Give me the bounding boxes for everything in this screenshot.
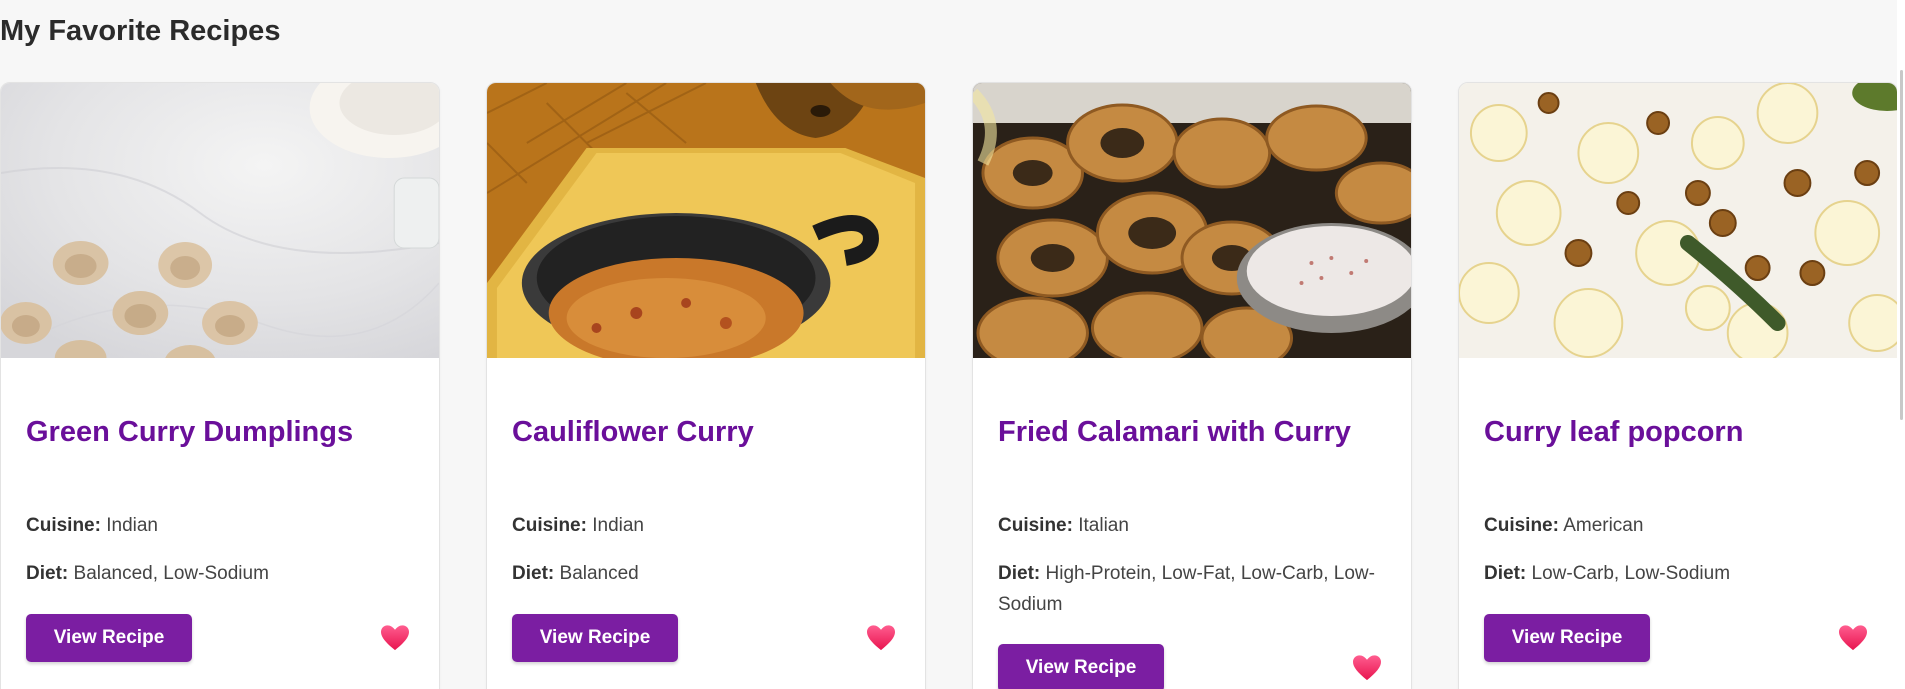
recipe-diet: Diet: High-Protein, Low-Fat, Low-Carb, L… <box>998 558 1386 620</box>
recipe-actions: View Recipe <box>26 614 414 662</box>
cuisine-label: Cuisine: <box>512 515 587 536</box>
recipe-card-list: Green Curry Dumplings Cuisine: Indian Di… <box>0 82 1898 689</box>
recipe-actions: View Recipe <box>512 614 900 662</box>
heart-icon[interactable] <box>1838 624 1868 652</box>
diet-label: Diet: <box>998 563 1041 584</box>
recipe-image-dumplings[interactable] <box>1 83 439 358</box>
recipe-title[interactable]: Curry leaf popcorn <box>1484 415 1872 449</box>
heart-icon[interactable] <box>1352 654 1382 682</box>
recipe-cuisine: Cuisine: Italian <box>998 510 1386 541</box>
diet-value: High-Protein, Low-Fat, Low-Carb, Low-Sod… <box>998 563 1375 615</box>
view-recipe-button[interactable]: View Recipe <box>26 614 192 662</box>
view-recipe-button[interactable]: View Recipe <box>1484 614 1650 662</box>
recipe-image-popcorn[interactable] <box>1459 83 1897 358</box>
cuisine-value: Italian <box>1078 515 1129 536</box>
recipe-title[interactable]: Cauliflower Curry <box>512 415 900 449</box>
recipe-title[interactable]: Fried Calamari with Curry <box>998 415 1386 449</box>
cuisine-label: Cuisine: <box>26 515 101 536</box>
recipe-cuisine: Cuisine: American <box>1484 510 1872 541</box>
diet-label: Diet: <box>1484 563 1527 584</box>
scrollbar-thumb[interactable] <box>1900 70 1903 420</box>
view-recipe-button[interactable]: View Recipe <box>512 614 678 662</box>
recipe-title[interactable]: Green Curry Dumplings <box>26 415 414 449</box>
recipe-cuisine: Cuisine: Indian <box>512 510 900 541</box>
view-recipe-button[interactable]: View Recipe <box>998 644 1164 689</box>
diet-label: Diet: <box>26 563 69 584</box>
recipe-actions: View Recipe <box>998 644 1386 689</box>
cuisine-value: Indian <box>592 515 645 536</box>
cuisine-label: Cuisine: <box>1484 515 1559 536</box>
recipe-diet: Diet: Low-Carb, Low-Sodium <box>1484 558 1872 589</box>
cuisine-label: Cuisine: <box>998 515 1073 536</box>
diet-value: Balanced <box>559 563 639 584</box>
diet-label: Diet: <box>512 563 555 584</box>
recipe-image-cauliflower-curry[interactable] <box>487 83 925 358</box>
cuisine-value: Indian <box>106 515 159 536</box>
diet-value: Low-Carb, Low-Sodium <box>1531 563 1731 584</box>
recipe-cuisine: Cuisine: Indian <box>26 510 414 541</box>
recipe-diet: Diet: Balanced <box>512 558 900 589</box>
recipe-image-calamari[interactable] <box>973 83 1411 358</box>
page-title: My Favorite Recipes <box>0 15 281 47</box>
vertical-scrollbar[interactable] <box>1897 0 1905 689</box>
recipe-card: Green Curry Dumplings Cuisine: Indian Di… <box>0 82 440 689</box>
recipe-card: Curry leaf popcorn Cuisine: American Die… <box>1458 82 1898 689</box>
recipe-diet: Diet: Balanced, Low-Sodium <box>26 558 414 589</box>
diet-value: Balanced, Low-Sodium <box>73 563 269 584</box>
cuisine-value: American <box>1563 515 1644 536</box>
recipe-actions: View Recipe <box>1484 614 1872 662</box>
recipe-card: Cauliflower Curry Cuisine: Indian Diet: … <box>486 82 926 689</box>
heart-icon[interactable] <box>866 624 896 652</box>
heart-icon[interactable] <box>380 624 410 652</box>
recipe-card: Fried Calamari with Curry Cuisine: Itali… <box>972 82 1412 689</box>
